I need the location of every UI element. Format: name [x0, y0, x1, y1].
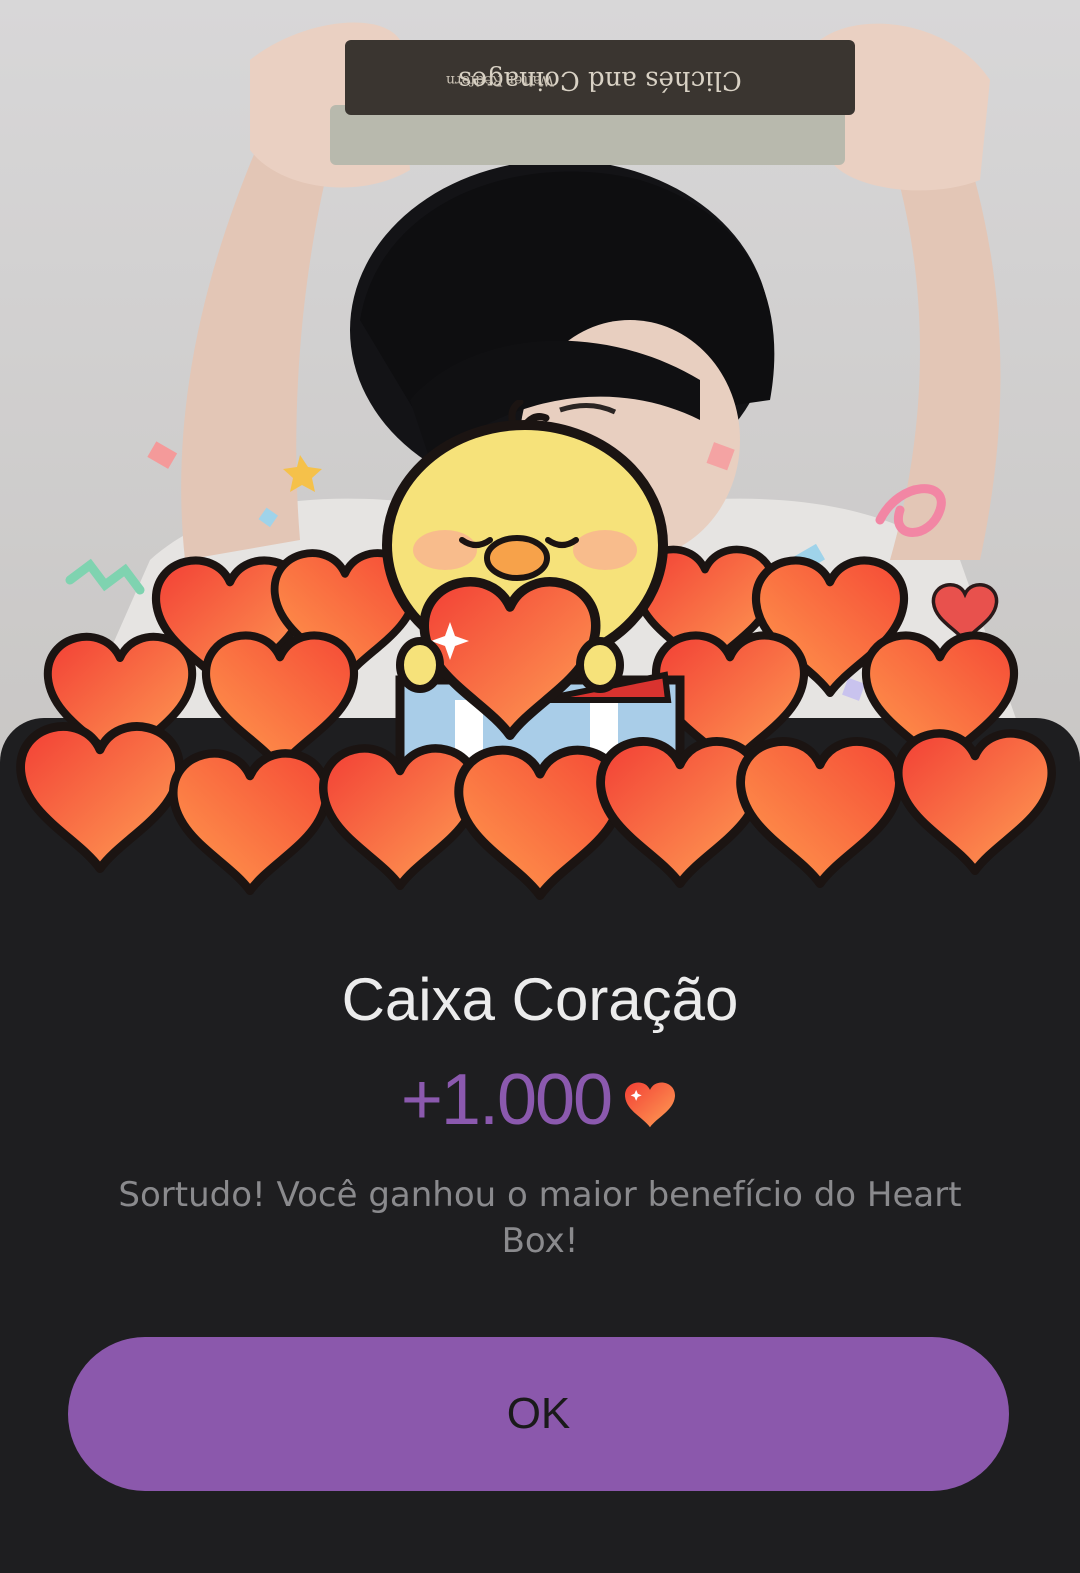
- heart-icon: [625, 1082, 676, 1128]
- ok-button[interactable]: OK: [68, 1337, 1009, 1491]
- dialog-title: Caixa Coração: [341, 966, 739, 1033]
- heart-box-illustration: [0, 400, 1080, 920]
- reward-row: +1.000: [0, 1060, 1080, 1140]
- reward-message: Sortudo! Você ganhou o maior benefício d…: [118, 1175, 962, 1261]
- book-spine-author: Walter Redfern: [446, 72, 554, 88]
- reward-amount: +1.000: [400, 1060, 613, 1140]
